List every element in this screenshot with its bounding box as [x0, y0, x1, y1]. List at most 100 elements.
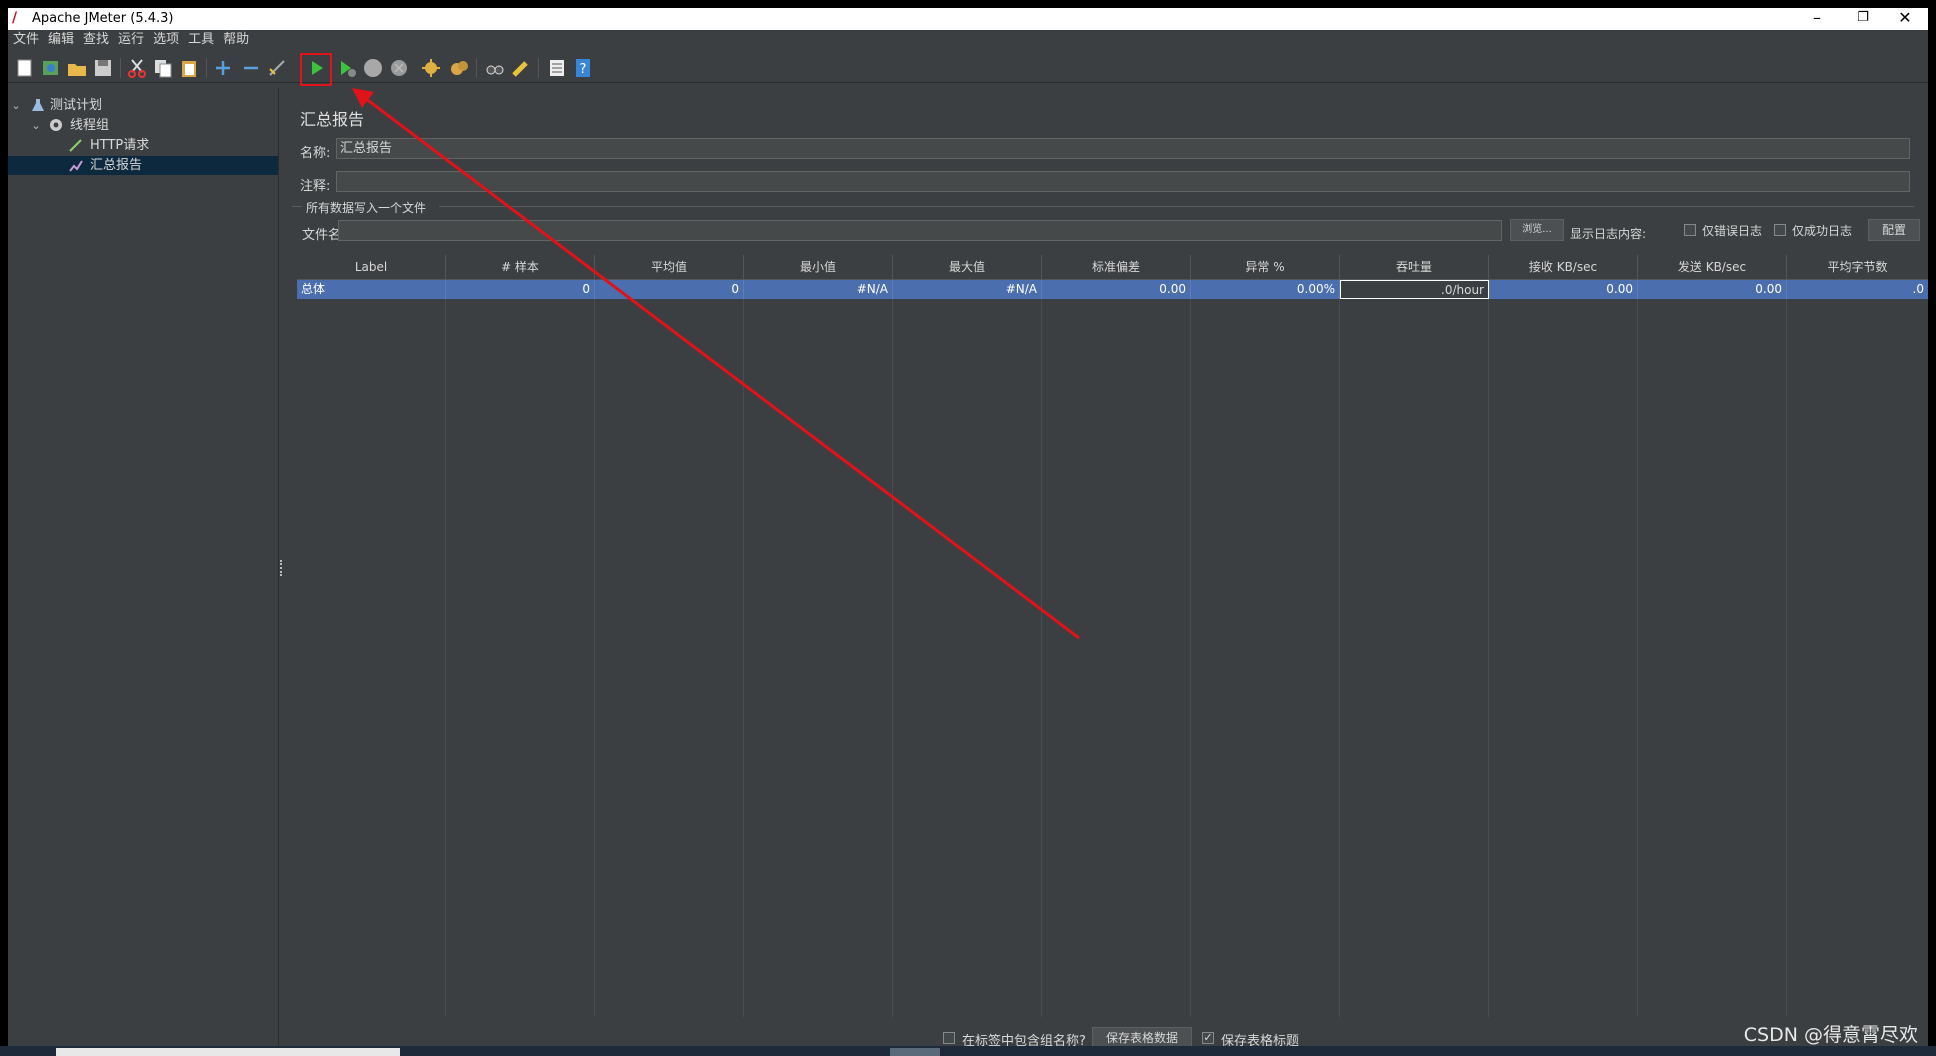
expand-all-icon[interactable] [212, 57, 234, 79]
filename-label: 文件名 [302, 228, 342, 243]
column-header[interactable]: 平均字节数 [1787, 255, 1928, 279]
column-header[interactable]: 最小值 [744, 255, 893, 279]
table-cell[interactable]: 总体 [297, 280, 446, 299]
tree-item-label: 汇总报告 [90, 158, 143, 173]
chevron-down-icon[interactable]: ⌄ [10, 96, 22, 115]
column-divider [1190, 299, 1191, 1017]
menu-search[interactable]: 查找 [79, 30, 113, 50]
new-icon[interactable] [14, 57, 36, 79]
column-header[interactable]: 异常 % [1191, 255, 1340, 279]
reset-search-icon[interactable] [510, 57, 532, 79]
name-field[interactable]: 汇总报告 [336, 138, 1910, 159]
filename-field[interactable] [338, 220, 1502, 241]
chevron-down-icon[interactable]: ⌄ [30, 116, 42, 135]
column-header[interactable]: # 样本 [446, 255, 595, 279]
taskbar-app[interactable] [890, 1048, 940, 1056]
column-divider [1637, 299, 1638, 1017]
configure-button[interactable]: 配置 [1868, 219, 1920, 241]
minimize-button[interactable]: – [1794, 8, 1840, 30]
tree-item-summary-report[interactable]: 汇总报告 [8, 156, 278, 175]
errors-only-checkbox[interactable] [1684, 224, 1696, 236]
table-row[interactable]: 总体 0 0 #N/A #N/A 0.00 0.00% .0/hour 0.00… [297, 280, 1928, 299]
column-divider [1041, 299, 1042, 1017]
templates-icon[interactable] [40, 57, 62, 79]
comment-label: 注释: [300, 179, 331, 194]
test-plan-icon [30, 97, 46, 113]
summary-report-panel: 汇总报告 名称: 汇总报告 注释: 所有数据写入一个文件 文件名 浏览... 显… [284, 88, 1928, 1054]
page-title: 汇总报告 [300, 110, 365, 129]
browse-button[interactable]: 浏览... [1510, 219, 1564, 241]
column-divider [1339, 299, 1340, 1017]
toolbar-separator [476, 58, 477, 78]
menu-help[interactable]: 帮助 [219, 30, 253, 50]
search-icon[interactable] [484, 57, 506, 79]
table-cell[interactable]: #N/A [893, 280, 1042, 299]
tree-item-http-request[interactable]: HTTP请求 [8, 136, 278, 155]
column-header[interactable]: 发送 KB/sec [1638, 255, 1787, 279]
table-header: Label # 样本 平均值 最小值 最大值 标准偏差 异常 % 吞吐量 接收 … [297, 255, 1928, 280]
clear-icon[interactable] [420, 57, 442, 79]
toolbar: ? [8, 52, 1928, 86]
shutdown-icon[interactable] [388, 57, 410, 79]
table-cell[interactable]: 0 [446, 280, 595, 299]
taskbar-app[interactable] [56, 1048, 400, 1056]
help-icon[interactable]: ? [572, 57, 594, 79]
toolbar-separator [120, 58, 121, 78]
group-border [292, 206, 302, 207]
tree-item-label: 线程组 [70, 118, 110, 133]
save-icon[interactable] [92, 57, 114, 79]
column-header[interactable]: Label [297, 255, 446, 279]
column-header[interactable]: 平均值 [595, 255, 744, 279]
table-cell[interactable]: 0 [595, 280, 744, 299]
jmeter-window: / Apache JMeter (5.4.3) – ❐ ✕ 文件 编辑 查找 运行 选项… [8, 8, 1928, 1054]
column-divider [1786, 299, 1787, 1017]
column-header[interactable]: 最大值 [893, 255, 1042, 279]
menu-run[interactable]: 运行 [114, 30, 148, 50]
cut-icon[interactable] [126, 57, 148, 79]
toggle-icon[interactable] [266, 57, 288, 79]
save-header-checkbox[interactable]: ✓ [1202, 1032, 1214, 1044]
function-helper-icon[interactable] [546, 57, 568, 79]
table-cell[interactable]: .0 [1787, 280, 1928, 299]
success-only-label: 仅成功日志 [1792, 224, 1853, 238]
title-bar: / Apache JMeter (5.4.3) – ❐ ✕ [8, 8, 1928, 30]
table-cell[interactable]: 0.00 [1042, 280, 1191, 299]
maximize-button[interactable]: ❐ [1840, 8, 1886, 30]
comment-field[interactable] [336, 171, 1910, 192]
table-cell[interactable]: #N/A [744, 280, 893, 299]
summary-table: Label # 样本 平均值 最小值 最大值 标准偏差 异常 % 吞吐量 接收 … [297, 255, 1928, 1017]
column-header[interactable]: 标准偏差 [1042, 255, 1191, 279]
close-button[interactable]: ✕ [1882, 8, 1928, 30]
gear-icon [48, 117, 64, 133]
paste-icon[interactable] [178, 57, 200, 79]
tree-item-label: 测试计划 [50, 98, 103, 113]
svg-text:?: ? [580, 62, 587, 77]
clear-all-icon[interactable] [448, 57, 470, 79]
column-header[interactable]: 接收 KB/sec [1489, 255, 1638, 279]
table-cell[interactable]: 0.00 [1489, 280, 1638, 299]
open-icon[interactable] [66, 57, 88, 79]
menu-file[interactable]: 文件 [9, 30, 43, 50]
menu-options[interactable]: 选项 [149, 30, 183, 50]
log-display-label: 显示日志内容: [1570, 227, 1647, 241]
include-group-checkbox[interactable] [943, 1032, 955, 1044]
pipette-icon [68, 137, 84, 153]
start-no-pauses-icon[interactable] [336, 57, 358, 79]
table-cell-focused[interactable]: .0/hour [1340, 280, 1489, 299]
table-cell[interactable]: 0.00% [1191, 280, 1340, 299]
column-divider [892, 299, 893, 1017]
taskbar [0, 1046, 1936, 1056]
menu-edit[interactable]: 编辑 [44, 30, 78, 50]
table-cell[interactable]: 0.00 [1638, 280, 1787, 299]
menu-tools[interactable]: 工具 [184, 30, 218, 50]
name-label: 名称: [300, 146, 331, 161]
tree-item-test-plan[interactable]: ⌄ 测试计划 [8, 96, 278, 115]
chart-icon [68, 157, 84, 173]
success-only-checkbox[interactable] [1774, 224, 1786, 236]
column-header[interactable]: 吞吐量 [1340, 255, 1489, 279]
copy-icon[interactable] [152, 57, 174, 79]
stop-icon[interactable] [362, 57, 384, 79]
collapse-all-icon[interactable] [240, 57, 262, 79]
menu-bar: 文件 编辑 查找 运行 选项 工具 帮助 [8, 30, 1928, 50]
tree-item-thread-group[interactable]: ⌄ 线程组 [8, 116, 278, 135]
